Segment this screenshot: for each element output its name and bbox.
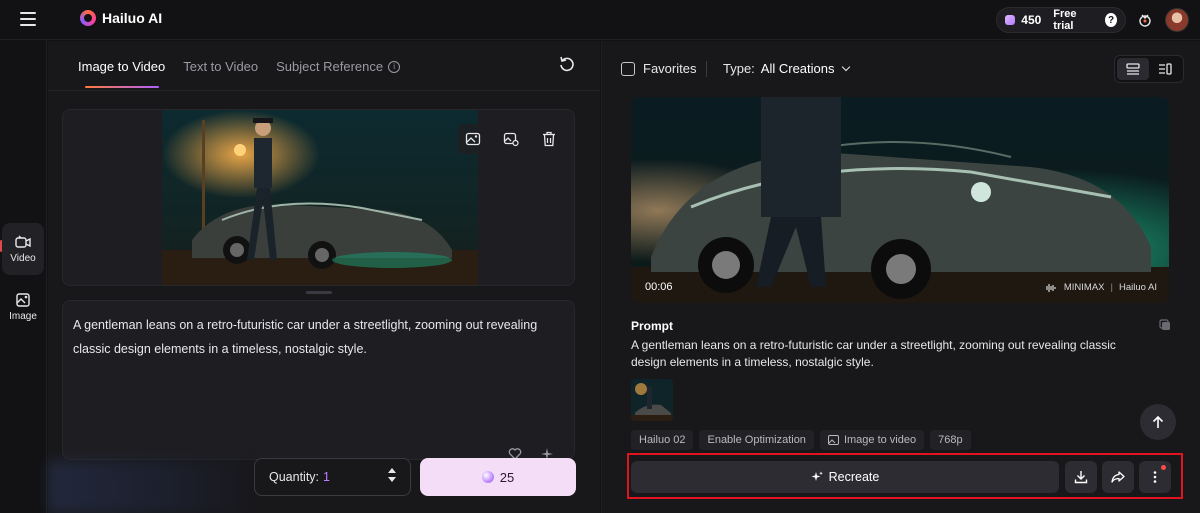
download-icon	[1074, 471, 1088, 484]
gift-icon[interactable]	[1134, 9, 1156, 31]
view-list-button[interactable]	[1149, 58, 1181, 80]
tag-mode: Image to video	[819, 430, 925, 450]
create-tabs: Image to Video Text to Video Subject Ref…	[78, 59, 401, 88]
single-view-icon	[1126, 63, 1140, 75]
help-icon[interactable]: ?	[1105, 13, 1117, 27]
favorites-label: Favorites	[643, 61, 697, 76]
watermark-left: MINIMAX	[1063, 282, 1105, 293]
tag-optimization: Enable Optimization	[699, 430, 814, 450]
generate-button[interactable]: 25	[420, 458, 576, 496]
image-swap-icon	[465, 132, 481, 146]
watermark-right: Hailuo AI	[1118, 282, 1157, 293]
uploaded-image-card[interactable]	[62, 109, 575, 286]
share-icon	[1111, 471, 1125, 483]
avatar[interactable]	[1165, 8, 1189, 32]
rail-item-label: Video	[10, 252, 36, 264]
share-button[interactable]	[1102, 461, 1134, 493]
arrow-up-icon	[1152, 415, 1164, 428]
recreate-label: Recreate	[828, 470, 880, 484]
gem-icon	[1005, 15, 1016, 25]
quantity-stepper[interactable]: Quantity: 1	[254, 458, 411, 496]
quantity-label: Quantity:	[269, 470, 320, 484]
filter-separator	[706, 61, 707, 77]
more-vertical-icon	[1153, 471, 1157, 483]
sparkle-icon	[811, 471, 823, 481]
tab-divider	[48, 90, 600, 91]
type-label: Type:	[723, 61, 755, 76]
image-tools	[458, 124, 564, 154]
rail-item-image[interactable]: Image	[2, 281, 44, 333]
free-trial-label: Free trial	[1053, 8, 1077, 32]
view-toggle	[1114, 55, 1184, 83]
scroll-to-top-button[interactable]	[1140, 404, 1176, 440]
tab-text-to-video[interactable]: Text to Video	[183, 59, 258, 88]
tab-subject-reference[interactable]: Subject Reference i	[276, 59, 401, 88]
replace-image-button[interactable]	[458, 124, 488, 154]
image-icon	[16, 292, 30, 307]
blurred-background	[48, 461, 258, 513]
prompt-heading: Prompt	[631, 319, 673, 333]
uploaded-image	[162, 110, 478, 285]
quantity-arrows[interactable]	[388, 468, 396, 482]
video-player[interactable]: 00:06 MINIMAX | Hailuo AI	[631, 97, 1169, 303]
logo-text: Hailuo AI	[102, 10, 163, 26]
left-rail: Video Image	[0, 40, 47, 513]
credits-count: 450	[1021, 13, 1042, 27]
create-panel: Image to Video Text to Video Subject Ref…	[48, 41, 600, 513]
reset-icon[interactable]	[558, 55, 576, 73]
favorites-filter[interactable]: Favorites	[621, 61, 696, 76]
recreate-button[interactable]: Recreate	[631, 461, 1059, 493]
favorites-checkbox[interactable]	[621, 61, 635, 76]
arrow-down-icon[interactable]	[388, 477, 396, 482]
video-duration: 00:06	[645, 281, 673, 293]
logo[interactable]: Hailuo AI	[80, 10, 162, 26]
trash-icon	[543, 131, 555, 147]
tag-resolution: 768p	[930, 430, 971, 450]
prompt-text: A gentleman leans on a retro-futuristic …	[73, 318, 538, 356]
download-button[interactable]	[1065, 461, 1097, 493]
arrow-up-icon[interactable]	[388, 468, 396, 473]
edit-image-button[interactable]	[496, 124, 526, 154]
gallery-panel: Favorites Type: All Creations 00:06 MINI…	[601, 41, 1200, 513]
resize-handle[interactable]	[306, 291, 332, 294]
rail-item-video[interactable]: Video	[2, 223, 44, 275]
quantity-value: 1	[323, 470, 330, 484]
more-options-button[interactable]	[1139, 461, 1171, 493]
reference-thumbnail[interactable]	[631, 379, 673, 421]
type-filter-dropdown[interactable]: Type: All Creations	[723, 61, 850, 76]
credits-pill[interactable]: 450 Free trial ?	[996, 7, 1126, 33]
type-value: All Creations	[760, 61, 835, 76]
image-icon	[827, 435, 839, 445]
copy-icon[interactable]	[1158, 318, 1172, 332]
video-frame	[631, 97, 1169, 303]
reference-image	[631, 379, 673, 421]
video-icon	[15, 235, 31, 248]
watermark: MINIMAX | Hailuo AI	[1044, 282, 1157, 293]
notification-dot	[1161, 465, 1166, 470]
generation-tags: Hailuo 02 Enable Optimization Image to v…	[631, 430, 971, 450]
image-settings-icon	[503, 132, 519, 147]
logo-mark-icon	[80, 10, 96, 26]
tab-image-to-video[interactable]: Image to Video	[78, 59, 165, 88]
chevron-down-icon	[841, 62, 850, 72]
info-icon[interactable]: i	[388, 60, 401, 73]
prompt-input[interactable]: A gentleman leans on a retro-futuristic …	[62, 300, 575, 460]
top-bar: Hailuo AI 450 Free trial ?	[0, 0, 1200, 40]
rail-item-label: Image	[9, 310, 37, 322]
tag-model: Hailuo 02	[631, 430, 694, 450]
prompt-description: A gentleman leans on a retro-futuristic …	[631, 338, 1116, 369]
generate-cost: 25	[499, 469, 515, 485]
credit-gem-icon	[481, 471, 494, 483]
list-view-icon	[1159, 63, 1172, 75]
menu-icon[interactable]	[20, 12, 36, 26]
waveform-icon	[1046, 283, 1056, 292]
delete-image-button[interactable]	[534, 124, 564, 154]
view-single-button[interactable]	[1117, 58, 1149, 80]
